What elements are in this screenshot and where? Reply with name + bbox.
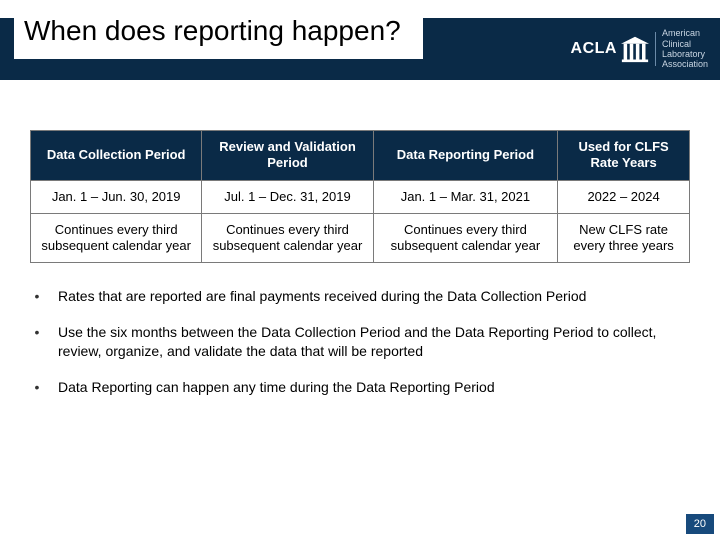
logo-sub-line: American	[662, 28, 708, 38]
table-cell: 2022 – 2024	[558, 180, 690, 213]
table-cell: New CLFS rate every three years	[558, 213, 690, 263]
list-item: • Data Reporting can happen any time dur…	[30, 378, 690, 398]
bullet-list: • Rates that are reported are final paym…	[30, 287, 690, 397]
page-number: 20	[686, 514, 714, 534]
logo-text-mark: ACLA	[571, 40, 617, 58]
table-cell: Continues every third subsequent calenda…	[202, 213, 373, 263]
logo-subtitle: American Clinical Laboratory Association	[662, 28, 708, 69]
logo-sub-line: Clinical	[662, 39, 708, 49]
table-header-row: Data Collection Period Review and Valida…	[31, 131, 690, 181]
logo-mark: ACLA	[571, 35, 649, 63]
table-cell: Continues every third subsequent calenda…	[373, 213, 558, 263]
content-area: Data Collection Period Review and Valida…	[30, 130, 690, 414]
table-cell: Continues every third subsequent calenda…	[31, 213, 202, 263]
list-item: • Use the six months between the Data Co…	[30, 323, 690, 362]
bullet-dot-icon: •	[30, 287, 44, 307]
table-header-cell: Review and Validation Period	[202, 131, 373, 181]
table-cell: Jan. 1 – Mar. 31, 2021	[373, 180, 558, 213]
table-header-cell: Data Collection Period	[31, 131, 202, 181]
bullet-text: Rates that are reported are final paymen…	[58, 287, 690, 307]
list-item: • Rates that are reported are final paym…	[30, 287, 690, 307]
logo: ACLA American Clinical Laboratory Associ…	[571, 22, 708, 76]
logo-building-icon	[621, 35, 649, 63]
table-header-cell: Data Reporting Period	[373, 131, 558, 181]
table-cell: Jul. 1 – Dec. 31, 2019	[202, 180, 373, 213]
table-row: Jan. 1 – Jun. 30, 2019 Jul. 1 – Dec. 31,…	[31, 180, 690, 213]
bullet-text: Data Reporting can happen any time durin…	[58, 378, 690, 398]
bullet-text: Use the six months between the Data Coll…	[58, 323, 690, 362]
table-row: Continues every third subsequent calenda…	[31, 213, 690, 263]
page-title: When does reporting happen?	[14, 10, 423, 59]
bullet-dot-icon: •	[30, 323, 44, 362]
bullet-dot-icon: •	[30, 378, 44, 398]
divider	[655, 32, 656, 66]
table-cell: Jan. 1 – Jun. 30, 2019	[31, 180, 202, 213]
table-header-cell: Used for CLFS Rate Years	[558, 131, 690, 181]
slide: When does reporting happen? ACLA America…	[0, 0, 720, 540]
logo-sub-line: Association	[662, 59, 708, 69]
reporting-table: Data Collection Period Review and Valida…	[30, 130, 690, 263]
logo-sub-line: Laboratory	[662, 49, 708, 59]
